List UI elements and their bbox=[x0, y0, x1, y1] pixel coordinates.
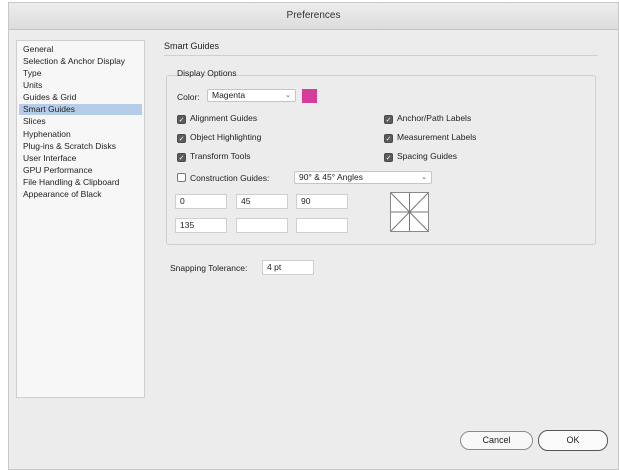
angle-field-5[interactable] bbox=[236, 218, 288, 233]
title-bar[interactable]: Preferences bbox=[9, 3, 618, 30]
sidebar-item-selection-anchor-display[interactable]: Selection & Anchor Display bbox=[19, 56, 142, 67]
sidebar-item-user-interface[interactable]: User Interface bbox=[19, 153, 142, 164]
snapping-tolerance-label: Snapping Tolerance: bbox=[170, 263, 248, 273]
window-title: Preferences bbox=[286, 10, 341, 21]
checkbox-checked-icon: ✓ bbox=[177, 153, 186, 162]
checkbox-checked-icon: ✓ bbox=[384, 134, 393, 143]
sidebar-item-slices[interactable]: Slices bbox=[19, 116, 142, 127]
transform-tools-label: Transform Tools bbox=[190, 151, 251, 161]
checkbox-unchecked-icon bbox=[177, 173, 186, 182]
display-options-title: Display Options bbox=[177, 68, 237, 78]
construction-guides-label: Construction Guides: bbox=[190, 173, 270, 183]
color-swatch[interactable] bbox=[302, 89, 317, 103]
color-select[interactable]: Magenta ⌄ bbox=[207, 89, 296, 102]
transform-tools-checkbox[interactable]: ✓ Transform Tools bbox=[177, 150, 250, 162]
anchor-path-labels-label: Anchor/Path Labels bbox=[397, 113, 472, 123]
spacing-guides-label: Spacing Guides bbox=[397, 151, 458, 161]
sidebar-item-file-handling-clipboard[interactable]: File Handling & Clipboard bbox=[19, 177, 142, 188]
object-highlighting-label: Object Highlighting bbox=[190, 132, 262, 142]
chevron-down-icon: ⌄ bbox=[285, 92, 291, 99]
checkbox-checked-icon: ✓ bbox=[384, 153, 393, 162]
alignment-guides-checkbox[interactable]: ✓ Alignment Guides bbox=[177, 112, 257, 124]
object-highlighting-checkbox[interactable]: ✓ Object Highlighting bbox=[177, 131, 261, 143]
angle-field-2[interactable]: 45 bbox=[236, 194, 288, 209]
angle-field-6[interactable] bbox=[296, 218, 348, 233]
measurement-labels-label: Measurement Labels bbox=[397, 132, 477, 142]
sidebar-item-guides-grid[interactable]: Guides & Grid bbox=[19, 92, 142, 103]
angle-field-3[interactable]: 90 bbox=[296, 194, 348, 209]
spacing-guides-checkbox[interactable]: ✓ Spacing Guides bbox=[384, 150, 457, 162]
measurement-labels-checkbox[interactable]: ✓ Measurement Labels bbox=[384, 131, 476, 143]
construction-angles-value: 90° & 45° Angles bbox=[299, 172, 363, 182]
chevron-down-icon: ⌄ bbox=[421, 174, 427, 181]
cancel-button[interactable]: Cancel bbox=[460, 431, 533, 450]
preferences-sidebar: General Selection & Anchor Display Type … bbox=[16, 40, 145, 398]
sidebar-item-type[interactable]: Type bbox=[19, 68, 142, 79]
section-divider bbox=[164, 55, 598, 56]
angle-field-4[interactable]: 135 bbox=[175, 218, 227, 233]
sidebar-item-units[interactable]: Units bbox=[19, 80, 142, 91]
angle-preview-icon bbox=[390, 192, 429, 232]
checkbox-checked-icon: ✓ bbox=[384, 115, 393, 124]
checkbox-checked-icon: ✓ bbox=[177, 134, 186, 143]
sidebar-item-plugins-scratch-disks[interactable]: Plug-ins & Scratch Disks bbox=[19, 141, 142, 152]
sidebar-item-gpu-performance[interactable]: GPU Performance bbox=[19, 165, 142, 176]
ok-button[interactable]: OK bbox=[538, 430, 608, 451]
sidebar-item-hyphenation[interactable]: Hyphenation bbox=[19, 129, 142, 140]
sidebar-item-general[interactable]: General bbox=[19, 44, 142, 55]
construction-guides-checkbox[interactable]: Construction Guides: bbox=[177, 172, 269, 184]
color-select-value: Magenta bbox=[212, 90, 246, 100]
alignment-guides-label: Alignment Guides bbox=[190, 113, 258, 123]
checkbox-checked-icon: ✓ bbox=[177, 115, 186, 124]
section-title: Smart Guides bbox=[164, 41, 220, 51]
snapping-tolerance-input[interactable]: 4 pt bbox=[262, 260, 314, 275]
sidebar-item-appearance-of-black[interactable]: Appearance of Black bbox=[19, 189, 142, 200]
color-label: Color: bbox=[177, 92, 200, 102]
sidebar-item-smart-guides[interactable]: Smart Guides bbox=[19, 104, 142, 115]
construction-angles-select[interactable]: 90° & 45° Angles ⌄ bbox=[294, 171, 432, 184]
anchor-path-labels-checkbox[interactable]: ✓ Anchor/Path Labels bbox=[384, 112, 471, 124]
angle-field-1[interactable]: 0 bbox=[175, 194, 227, 209]
